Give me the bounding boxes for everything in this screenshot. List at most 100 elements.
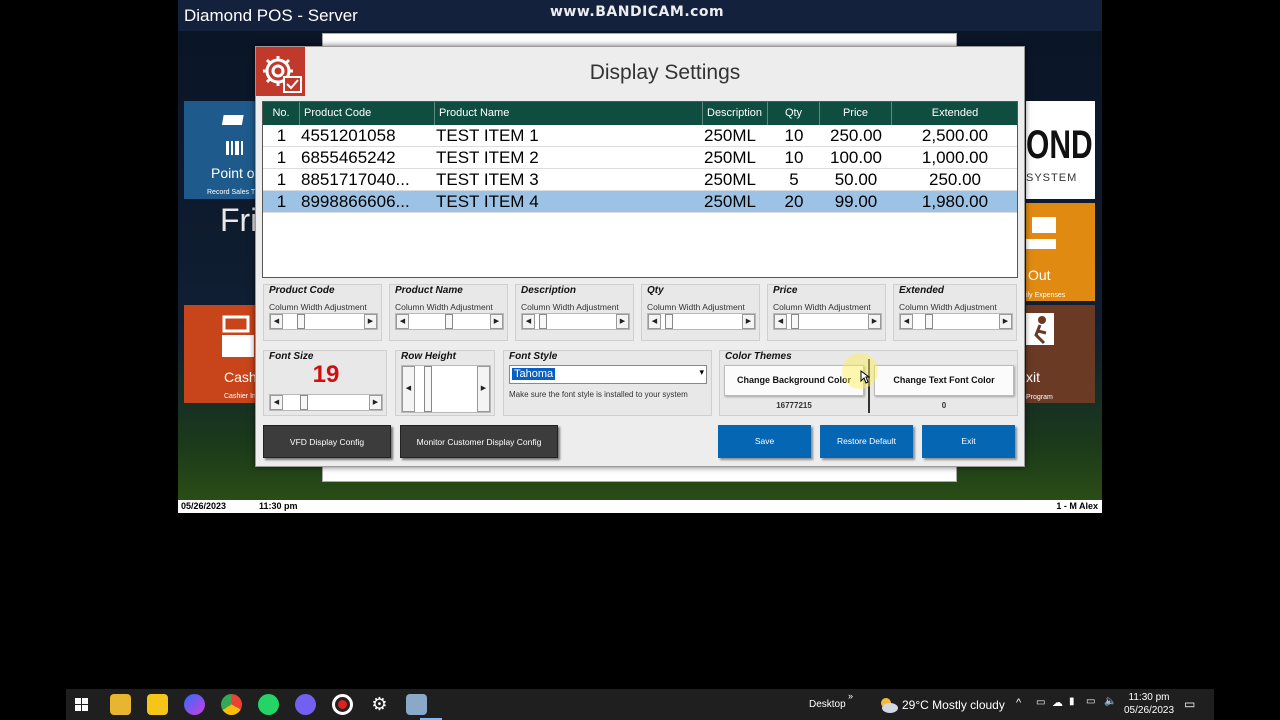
product-name-width-slider[interactable]: ◀ ▶: [395, 313, 504, 330]
product-name-width-group: Product Name Column Width Adjustment ◀ ▶: [389, 284, 508, 341]
group-title: Qty: [647, 285, 664, 296]
settings-gear-icon[interactable]: ⚙: [369, 694, 390, 715]
grid-header: No. Product Code Product Name Descriptio…: [263, 102, 1017, 125]
slider-thumb[interactable]: [445, 314, 453, 329]
slider-thumb[interactable]: [925, 314, 933, 329]
scroll-right-arrow-icon[interactable]: ▶: [999, 314, 1012, 329]
group-sub: Column Width Adjustment: [521, 302, 619, 312]
status-time: 11:30 pm: [259, 501, 298, 511]
file-explorer-icon[interactable]: [110, 694, 131, 715]
scroll-right-arrow-icon[interactable]: ▶: [742, 314, 755, 329]
font-size-slider[interactable]: ◀ ▶: [269, 394, 383, 411]
whatsapp-icon[interactable]: [258, 694, 279, 715]
barcode-icon: [221, 115, 244, 155]
weather-text[interactable]: 29°C Mostly cloudy: [902, 698, 1005, 712]
cash-tile[interactable]: Cash Cashier In: [184, 305, 256, 403]
slider-thumb[interactable]: [300, 395, 308, 410]
display-settings-dialog: Display Settings No. Product Code Produc…: [255, 46, 1025, 467]
extended-width-group: Extended Column Width Adjustment ◀ ▶: [893, 284, 1017, 341]
table-row[interactable]: 1 6855465242 TEST ITEM 2 250ML 10 100.00…: [263, 147, 1017, 169]
cash-out-tile[interactable]: Out ily Expenses: [1026, 203, 1095, 301]
price-width-group: Price Column Width Adjustment ◀ ▶: [767, 284, 886, 341]
scroll-left-arrow-icon[interactable]: ◀: [900, 314, 913, 329]
price-width-slider[interactable]: ◀ ▶: [773, 313, 882, 330]
slider-thumb[interactable]: [297, 314, 305, 329]
description-width-group: Description Column Width Adjustment ◀ ▶: [515, 284, 634, 341]
scroll-right-arrow-icon[interactable]: ▶: [616, 314, 629, 329]
battery-icon[interactable]: ▮: [1069, 696, 1075, 707]
scroll-left-arrow-icon[interactable]: ◀: [270, 314, 283, 329]
extended-width-slider[interactable]: ◀ ▶: [899, 313, 1013, 330]
scroll-right-arrow-icon[interactable]: ▶: [364, 314, 377, 329]
cell-description: 250ML: [704, 148, 756, 167]
cell-description: 250ML: [704, 192, 756, 211]
tray-chevron-up-icon[interactable]: ^: [1016, 697, 1021, 709]
table-row-selected[interactable]: 1 8998866606... TEST ITEM 4 250ML 20 99.…: [263, 191, 1017, 213]
taskbar-clock[interactable]: 11:30 pm 05/26/2023: [1124, 691, 1174, 717]
cell-no: 1: [276, 192, 287, 211]
change-text-font-color-button[interactable]: Change Text Font Color: [874, 365, 1014, 396]
messenger-icon[interactable]: [184, 694, 205, 715]
notification-icon[interactable]: ▭: [1184, 697, 1195, 711]
cell-product-name: TEST ITEM 1: [436, 126, 539, 145]
scroll-left-arrow-icon[interactable]: ◀: [402, 366, 415, 412]
tray-device-icon[interactable]: ▭: [1036, 697, 1045, 708]
table-row[interactable]: 1 4551201058 TEST ITEM 1 250ML 10 250.00…: [263, 125, 1017, 147]
scroll-right-arrow-icon[interactable]: ▶: [868, 314, 881, 329]
cell-extended: 1,980.00: [921, 192, 989, 211]
preview-grid: No. Product Code Product Name Descriptio…: [262, 101, 1018, 278]
cell-product-code: 6855465242: [301, 148, 396, 167]
chevron-right-icon[interactable]: »: [848, 691, 853, 701]
table-row[interactable]: 1 8851717040... TEST ITEM 3 250ML 5 50.0…: [263, 169, 1017, 191]
cell-price: 100.00: [830, 148, 882, 167]
scroll-left-arrow-icon[interactable]: ◀: [396, 314, 409, 329]
slider-thumb[interactable]: [791, 314, 799, 329]
exit-program-tile[interactable]: xit Program: [1026, 305, 1095, 403]
cell-price: 99.00: [834, 192, 878, 211]
scroll-right-arrow-icon[interactable]: ▶: [490, 314, 503, 329]
scroll-left-arrow-icon[interactable]: ◀: [774, 314, 787, 329]
onedrive-cloud-icon[interactable]: ☁: [1052, 696, 1063, 709]
monitor-customer-display-config-button[interactable]: Monitor Customer Display Config: [400, 425, 558, 458]
hand-money-icon: [1026, 217, 1056, 249]
row-height-slider[interactable]: ◀ ▶: [401, 365, 491, 413]
product-code-width-group: Product Code Column Width Adjustment ◀ ▶: [263, 284, 382, 341]
exit-button[interactable]: Exit: [922, 425, 1015, 458]
cell-extended: 1,000.00: [921, 148, 989, 167]
save-button[interactable]: Save: [718, 425, 811, 458]
scroll-right-arrow-icon[interactable]: ▶: [369, 395, 382, 410]
vfd-display-config-button[interactable]: VFD Display Config: [263, 425, 391, 458]
cell-description: 250ML: [704, 170, 756, 189]
group-title: Extended: [899, 285, 945, 296]
point-of-sale-tile[interactable]: Point o Record Sales T: [184, 101, 256, 199]
font-style-note: Make sure the font style is installed to…: [509, 390, 688, 399]
pos-app-icon[interactable]: [406, 694, 427, 715]
desktop-toolbar-label[interactable]: Desktop: [809, 699, 846, 710]
scroll-left-arrow-icon[interactable]: ◀: [648, 314, 661, 329]
viber-icon[interactable]: [295, 694, 316, 715]
color-themes-group: Color Themes Change Background Color Cha…: [719, 350, 1018, 416]
description-width-slider[interactable]: ◀ ▶: [521, 313, 630, 330]
slider-thumb[interactable]: [665, 314, 673, 329]
group-title: Description: [521, 285, 577, 296]
restore-default-button[interactable]: Restore Default: [820, 425, 913, 458]
sticky-notes-icon[interactable]: [147, 694, 168, 715]
font-style-group: Font Style Tahoma ▾ Make sure the font s…: [503, 350, 712, 416]
scroll-right-arrow-icon[interactable]: ▶: [477, 366, 490, 412]
network-icon[interactable]: ▭: [1086, 696, 1095, 707]
chrome-icon[interactable]: [221, 694, 242, 715]
record-icon[interactable]: [332, 694, 353, 715]
qty-width-slider[interactable]: ◀ ▶: [647, 313, 756, 330]
weather-cloudy-icon[interactable]: [878, 696, 898, 714]
dropdown-arrow-icon[interactable]: ▾: [699, 367, 704, 378]
slider-thumb[interactable]: [424, 366, 432, 412]
product-code-width-slider[interactable]: ◀ ▶: [269, 313, 378, 330]
scroll-left-arrow-icon[interactable]: ◀: [522, 314, 535, 329]
windows-start-icon[interactable]: [75, 698, 89, 712]
font-style-select[interactable]: Tahoma ▾: [509, 365, 707, 384]
scroll-left-arrow-icon[interactable]: ◀: [270, 395, 283, 410]
slider-thumb[interactable]: [539, 314, 547, 329]
brand-sub: SYSTEM: [1026, 172, 1078, 184]
group-title: Row Height: [401, 351, 456, 362]
volume-icon[interactable]: 🔈: [1104, 696, 1116, 707]
